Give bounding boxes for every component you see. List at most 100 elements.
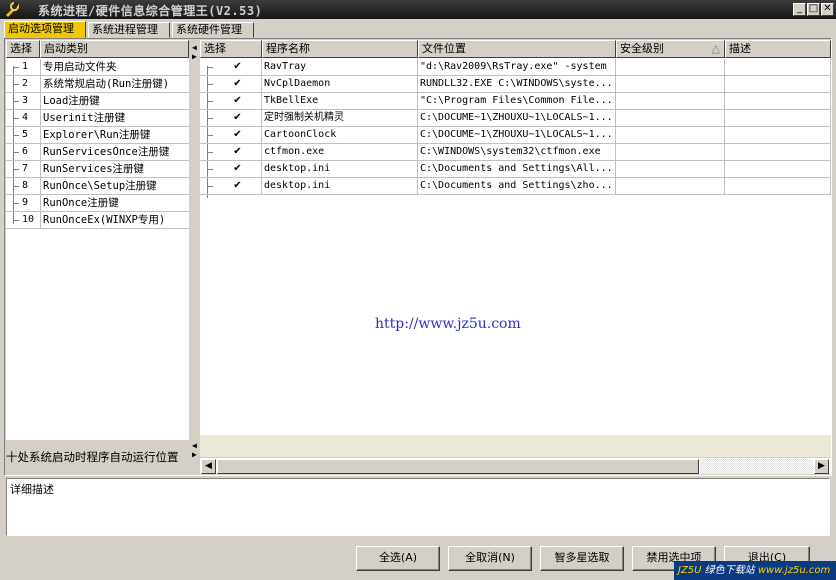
- tree-branch: [13, 152, 19, 153]
- security-level: [616, 76, 725, 93]
- row-checkbox[interactable]: ✔: [232, 112, 243, 123]
- scrollbar-thumb[interactable]: [217, 459, 699, 474]
- tab-process-management[interactable]: 系统进程管理: [88, 22, 170, 38]
- maximize-button[interactable]: □: [807, 3, 820, 16]
- splitter-collapse-left-icon[interactable]: ◀: [192, 442, 197, 450]
- row-checkbox[interactable]: ✔: [232, 146, 243, 157]
- row-checkbox[interactable]: ✔: [232, 61, 243, 72]
- right-header-select[interactable]: 选择: [200, 40, 262, 58]
- category-name: RunServicesOnce注册键: [40, 144, 169, 160]
- watermark-url: http://www.jz5u.com: [375, 316, 521, 332]
- category-name: Userinit注册键: [40, 110, 125, 126]
- deselect-all-button[interactable]: 全取消(N): [448, 546, 532, 571]
- file-location: C:\WINDOWS\system32\ctfmon.exe: [418, 144, 616, 161]
- select-all-button[interactable]: 全选(A): [356, 546, 440, 571]
- security-level: [616, 110, 725, 127]
- file-location: C:\Documents and Settings\All...: [418, 161, 616, 178]
- program-row[interactable]: ✔ RavTray "d:\Rav2009\RsTray.exe" -syste…: [200, 59, 831, 76]
- category-row[interactable]: 1 专用启动文件夹: [6, 59, 189, 76]
- security-level: [616, 178, 725, 195]
- startup-category-grid[interactable]: 选择 启动类别 1 专用启动文件夹 2 系统常规启动(Run注册键) 3 Load注册…: [6, 40, 189, 440]
- right-header-security-level[interactable]: 安全级别 △: [616, 40, 725, 58]
- category-name: RunOnceEx(WINXP专用): [40, 212, 165, 228]
- select-cell: ✔: [200, 161, 262, 178]
- select-cell: ✔: [200, 127, 262, 144]
- category-row[interactable]: 9 RunOnce注册键: [6, 195, 189, 212]
- splitter-collapse-right-icon[interactable]: ▶: [192, 451, 197, 459]
- row-checkbox[interactable]: ✔: [232, 129, 243, 140]
- category-number: 10: [22, 214, 35, 225]
- tree-branch: [13, 203, 19, 204]
- program-row[interactable]: ✔ CartoonClock C:\DOCUME~1\ZHOUXU~1\LOCA…: [200, 127, 831, 144]
- row-checkbox[interactable]: ✔: [232, 163, 243, 174]
- category-row[interactable]: 2 系统常规启动(Run注册键): [6, 76, 189, 93]
- minimize-button[interactable]: _: [793, 3, 806, 16]
- splitter-collapse-left-icon[interactable]: ◀: [192, 44, 197, 52]
- row-checkbox[interactable]: ✔: [232, 95, 243, 106]
- sort-ascending-icon: △: [711, 42, 720, 55]
- tab-hardware-management[interactable]: 系统硬件管理: [172, 22, 254, 38]
- row-checkbox[interactable]: ✔: [232, 180, 243, 191]
- startup-program-grid[interactable]: 选择 程序名称 文件位置 安全级别 △ 描述 ✔ RavTray "d:\Rav…: [200, 40, 831, 435]
- category-name: 专用启动文件夹: [40, 59, 117, 75]
- category-row[interactable]: 8 RunOnce\Setup注册键: [6, 178, 189, 195]
- category-row[interactable]: 6 RunServicesOnce注册键: [6, 144, 189, 161]
- close-button[interactable]: ✕: [821, 3, 834, 16]
- file-location: RUNDLL32.EXE C:\WINDOWS\syste...: [418, 76, 616, 93]
- program-row[interactable]: ✔ NvCplDaemon RUNDLL32.EXE C:\WINDOWS\sy…: [200, 76, 831, 93]
- select-cell: ✔: [200, 76, 262, 93]
- left-header-select[interactable]: 选择: [6, 40, 40, 58]
- file-location: C:\DOCUME~1\ZHOUXU~1\LOCALS~1...: [418, 110, 616, 127]
- wrench-app-icon: [6, 2, 19, 17]
- tree-branch: [207, 135, 213, 136]
- left-grid-header: 选择 启动类别: [6, 40, 189, 58]
- tree-branch: [207, 101, 213, 102]
- right-header-program-name[interactable]: 程序名称: [262, 40, 418, 58]
- category-name: Explorer\Run注册键: [40, 127, 150, 143]
- tree-branch: [207, 67, 213, 68]
- category-row[interactable]: 5 Explorer\Run注册键: [6, 127, 189, 144]
- category-row[interactable]: 7 RunServices注册键: [6, 161, 189, 178]
- grid-empty-area: [200, 435, 831, 457]
- tree-branch: [13, 135, 19, 136]
- smart-select-button[interactable]: 智多星选取: [540, 546, 624, 571]
- category-row[interactable]: 4 Userinit注册键: [6, 110, 189, 127]
- scroll-right-icon[interactable]: ▶: [814, 459, 829, 474]
- program-row[interactable]: ✔ desktop.ini C:\Documents and Settings\…: [200, 178, 831, 195]
- scrollbar-track[interactable]: [700, 459, 813, 474]
- category-number: 9: [22, 197, 29, 208]
- security-level: [616, 127, 725, 144]
- left-panel-caption: 十处系统启动时程序自动运行位置: [6, 450, 179, 464]
- file-location: C:\Documents and Settings\zho...: [418, 178, 616, 195]
- right-header-description[interactable]: 描述: [725, 40, 831, 58]
- category-row[interactable]: 3 Load注册键: [6, 93, 189, 110]
- row-checkbox[interactable]: ✔: [232, 78, 243, 89]
- scroll-left-icon[interactable]: ◀: [201, 459, 216, 474]
- left-header-category[interactable]: 启动类别: [40, 40, 189, 58]
- horizontal-scrollbar[interactable]: ◀ ▶: [200, 457, 831, 474]
- category-name: 系统常规启动(Run注册键): [40, 76, 169, 92]
- program-row[interactable]: ✔ ctfmon.exe C:\WINDOWS\system32\ctfmon.…: [200, 144, 831, 161]
- program-row[interactable]: ✔ desktop.ini C:\Documents and Settings\…: [200, 161, 831, 178]
- select-cell: ✔: [200, 93, 262, 110]
- right-grid-header: 选择 程序名称 文件位置 安全级别 △ 描述: [200, 40, 831, 58]
- main-panel: 选择 启动类别 1 专用启动文件夹 2 系统常规启动(Run注册键) 3 Load注册…: [4, 38, 832, 476]
- panel-splitter[interactable]: ◀ ▶ ◀ ▶: [191, 40, 199, 475]
- right-header-file-location[interactable]: 文件位置: [418, 40, 616, 58]
- detail-description-label: 详细描述: [10, 483, 54, 496]
- description: [725, 127, 831, 144]
- category-number: 1: [22, 61, 29, 72]
- category-row[interactable]: 10 RunOnceEx(WINXP专用): [6, 212, 189, 229]
- program-name: NvCplDaemon: [262, 76, 418, 93]
- category-name: Load注册键: [40, 93, 100, 109]
- program-row[interactable]: ✔ TkBellExe "C:\Program Files\Common Fil…: [200, 93, 831, 110]
- tree-branch: [13, 101, 19, 102]
- title-bar: 系统进程/硬件信息综合管理王(V2.53) _ □ ✕: [0, 0, 836, 19]
- detail-description-box[interactable]: 详细描述: [6, 478, 830, 536]
- category-number: 4: [22, 112, 29, 123]
- tab-startup-options[interactable]: 启动选项管理: [4, 21, 86, 38]
- description: [725, 178, 831, 195]
- splitter-collapse-right-icon[interactable]: ▶: [192, 53, 197, 61]
- program-row[interactable]: ✔ 定时强制关机精灵 C:\DOCUME~1\ZHOUXU~1\LOCALS~1…: [200, 110, 831, 127]
- program-name: 定时强制关机精灵: [262, 110, 418, 127]
